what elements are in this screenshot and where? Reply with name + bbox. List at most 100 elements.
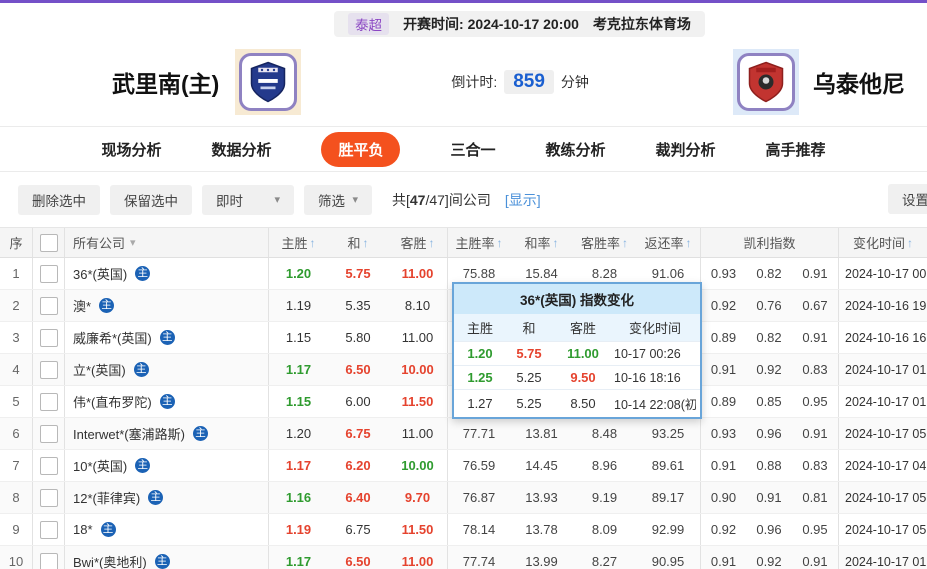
company-name[interactable]: 18* — [73, 522, 93, 537]
company-cell[interactable]: 12*(菲律宾) 主 — [64, 482, 268, 513]
home-odds[interactable]: 1.15 — [268, 322, 328, 353]
row-seq: 1 — [12, 266, 20, 281]
home-odds[interactable]: 1.17 — [268, 354, 328, 385]
away-odds[interactable]: 11.00 — [388, 258, 447, 289]
tab-three-in-one[interactable]: 三合一 — [450, 139, 495, 160]
row-checkbox[interactable] — [39, 296, 58, 315]
tab-data-analysis[interactable]: 数据分析 — [211, 139, 271, 160]
tab-coach-analysis[interactable]: 教练分析 — [546, 139, 606, 160]
away-odds[interactable]: 11.00 — [388, 418, 447, 449]
row-checkbox[interactable] — [39, 456, 58, 475]
company-cell[interactable]: 36*(英国) 主 — [64, 258, 268, 289]
draw-odds[interactable]: 6.20 — [328, 450, 388, 481]
company-name[interactable]: 立*(英国) — [73, 360, 126, 379]
header-home-odds[interactable]: 主胜 ↑ — [268, 228, 328, 257]
away-odds[interactable]: 11.00 — [388, 546, 447, 569]
company-cell[interactable]: 立*(英国) 主 — [64, 354, 268, 385]
header-return-rate[interactable]: 返还率 ↑ — [636, 228, 700, 257]
away-odds[interactable]: 9.70 — [388, 482, 447, 513]
home-odds[interactable]: 1.19 — [268, 514, 328, 545]
draw-odds[interactable]: 6.50 — [328, 354, 388, 385]
company-cell[interactable]: 威廉希*(英国) 主 — [64, 322, 268, 353]
header-company[interactable]: 所有公司 ▾ — [64, 228, 268, 257]
draw-odds[interactable]: 6.00 — [328, 386, 388, 417]
tab-live-analysis[interactable]: 现场分析 — [101, 139, 161, 160]
draw-odds[interactable]: 6.75 — [328, 514, 388, 545]
row-checkbox-cell — [32, 386, 64, 417]
header-away-rate[interactable]: 客胜率 ↑ — [573, 228, 636, 257]
home-odds[interactable]: 1.15 — [268, 386, 328, 417]
away-odds[interactable]: 11.00 — [388, 322, 447, 353]
header-home-rate[interactable]: 主胜率 ↑ — [447, 228, 510, 257]
popup-home-odds: 1.20 — [467, 346, 493, 361]
settings-button[interactable]: 设置 — [888, 184, 927, 214]
home-odds[interactable]: 1.19 — [268, 290, 328, 321]
company-name[interactable]: 威廉希*(英国) — [73, 328, 152, 347]
header-change-time[interactable]: 变化时间 ↑ — [838, 228, 927, 257]
row-checkbox[interactable] — [39, 264, 58, 283]
sort-asc-icon: ↑ — [362, 235, 369, 250]
company-name[interactable]: 36*(英国) — [73, 264, 127, 283]
home-odds[interactable]: 1.20 — [268, 258, 328, 289]
away-odds[interactable]: 11.50 — [388, 514, 447, 545]
home-odds[interactable]: 1.16 — [268, 482, 328, 513]
company-name[interactable]: 12*(菲律宾) — [73, 488, 140, 507]
company-cell[interactable]: 18* 主 — [64, 514, 268, 545]
row-seq: 5 — [12, 394, 20, 409]
company-name[interactable]: 10*(英国) — [73, 456, 127, 475]
draw-odds[interactable]: 6.40 — [328, 482, 388, 513]
row-checkbox[interactable] — [39, 488, 58, 507]
sort-asc-icon: ↑ — [685, 235, 692, 250]
company-name[interactable]: 伟*(直布罗陀) — [73, 392, 152, 411]
tab-referee-analysis[interactable]: 裁判分析 — [656, 139, 716, 160]
change-time: 2024-10-17 05:1 — [838, 514, 927, 545]
tab-win-draw-lose[interactable]: 胜平负 — [321, 131, 401, 167]
home-odds[interactable]: 1.17 — [268, 546, 328, 569]
kelly-draw: 0.96 — [756, 426, 782, 441]
row-checkbox[interactable] — [39, 552, 58, 569]
away-odds[interactable]: 11.50 — [388, 386, 447, 417]
select-all-checkbox[interactable] — [39, 233, 58, 252]
company-cell[interactable]: 澳* 主 — [64, 290, 268, 321]
company-cell[interactable]: Interwet*(塞浦路斯) 主 — [64, 418, 268, 449]
company-cell[interactable]: 伟*(直布罗陀) 主 — [64, 386, 268, 417]
away-odds[interactable]: 10.00 — [388, 354, 447, 385]
company-name[interactable]: 澳* — [73, 296, 91, 315]
row-checkbox[interactable] — [39, 360, 58, 379]
company-cell[interactable]: 10*(英国) 主 — [64, 450, 268, 481]
kelly-away: 0.81 — [802, 490, 828, 505]
header-kelly: 凯利指数 — [700, 228, 838, 257]
show-link[interactable]: [显示] — [505, 190, 541, 210]
table-row: 10 Bwi*(奥地利) 主 1.17 6.50 11.00 77.74 13.99 8.27 9… — [0, 546, 927, 569]
draw-odds[interactable]: 5.35 — [328, 290, 388, 321]
kelly-away: 0.95 — [802, 522, 828, 537]
header-away-odds[interactable]: 客胜 ↑ — [388, 228, 447, 257]
header-draw-odds[interactable]: 和 ↑ — [328, 228, 388, 257]
home-odds[interactable]: 1.20 — [268, 418, 328, 449]
row-checkbox[interactable] — [39, 328, 58, 347]
delete-selected-button[interactable]: 删除选中 — [18, 184, 100, 215]
live-odds-dropdown[interactable]: 即时 ▾ — [202, 184, 294, 215]
company-cell[interactable]: Bwi*(奥地利) 主 — [64, 546, 268, 569]
away-team-crest — [737, 52, 795, 111]
return-rate: 90.95 — [651, 554, 685, 569]
company-name[interactable]: Bwi*(奥地利) — [73, 552, 147, 569]
draw-odds[interactable]: 5.80 — [328, 322, 388, 353]
draw-odds[interactable]: 5.75 — [328, 258, 388, 289]
keep-selected-button[interactable]: 保留选中 — [110, 184, 192, 215]
draw-odds[interactable]: 6.75 — [328, 418, 388, 449]
sort-asc-icon: ↑ — [496, 235, 503, 250]
header-draw-rate[interactable]: 和率 ↑ — [510, 228, 573, 257]
draw-odds[interactable]: 6.50 — [328, 546, 388, 569]
row-checkbox[interactable] — [39, 424, 58, 443]
away-odds[interactable]: 8.10 — [388, 290, 447, 321]
row-checkbox[interactable] — [39, 392, 58, 411]
company-name[interactable]: Interwet*(塞浦路斯) — [73, 424, 185, 443]
away-odds[interactable]: 10.00 — [388, 450, 447, 481]
tab-expert-picks[interactable]: 高手推荐 — [766, 139, 826, 160]
return-rate: 89.17 — [651, 490, 685, 505]
row-checkbox[interactable] — [39, 520, 58, 539]
mainstream-badge: 主 — [154, 554, 170, 569]
home-odds[interactable]: 1.17 — [268, 450, 328, 481]
filter-dropdown[interactable]: 筛选 ▾ — [304, 184, 372, 215]
